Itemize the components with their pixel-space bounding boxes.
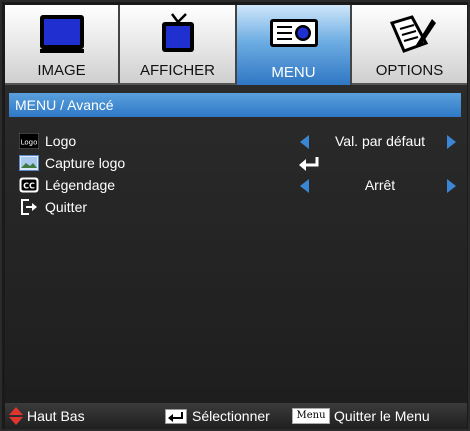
menu-item-label: Capture logo <box>45 155 126 171</box>
cc-icon: CC <box>19 177 39 193</box>
menu-panel: MENU / Avancé Logo Logo Val. par défaut … <box>5 85 467 403</box>
tab-image[interactable]: IMAGE <box>5 5 120 85</box>
projector-icon <box>269 19 318 47</box>
arrow-right-icon[interactable] <box>447 179 456 193</box>
tab-label: MENU <box>271 64 316 81</box>
enter-key-icon <box>165 409 187 424</box>
svg-text:Logo: Logo <box>21 139 38 147</box>
breadcrumb: MENU / Avancé <box>9 93 461 117</box>
notepad-pen-icon <box>389 15 436 53</box>
tab-label: AFFICHER <box>140 62 215 79</box>
menu-item-quitter[interactable]: Quitter <box>15 196 455 218</box>
arrow-left-icon[interactable] <box>300 179 309 193</box>
menu-item-capture-logo[interactable]: Capture logo <box>15 152 455 174</box>
enter-icon[interactable] <box>297 155 321 171</box>
menu-item-logo[interactable]: Logo Logo Val. par défaut <box>15 130 456 152</box>
menu-item-label: Logo <box>45 133 77 149</box>
monitor-icon <box>39 15 84 53</box>
menu-item-value: Arrêt <box>364 177 396 193</box>
nav-hint: Haut Bas <box>27 408 85 424</box>
tab-bar: IMAGE AFFICHER MENU OPTIONS <box>5 5 467 85</box>
menu-item-label: Légendage <box>45 177 116 193</box>
image-capture-icon <box>19 155 39 171</box>
tab-options[interactable]: OPTIONS <box>352 5 467 85</box>
logo-icon: Logo <box>19 133 39 149</box>
help-bar: Haut Bas Sélectionner Menu Quitter le Me… <box>5 403 467 429</box>
arrow-right-icon[interactable] <box>447 135 456 149</box>
tab-menu[interactable]: MENU <box>237 5 352 85</box>
arrow-left-icon[interactable] <box>300 135 309 149</box>
menu-item-legendage[interactable]: CC Légendage Arrêt <box>15 174 456 196</box>
up-down-arrow-icon <box>9 407 23 425</box>
quit-hint: Quitter le Menu <box>334 408 430 424</box>
select-hint: Sélectionner <box>192 408 270 424</box>
svg-text:CC: CC <box>23 182 35 191</box>
osd-window: IMAGE AFFICHER MENU OPTIONS MENU / Avanc… <box>0 0 470 431</box>
menu-item-value: Val. par défaut <box>334 133 426 149</box>
tab-afficher[interactable]: AFFICHER <box>120 5 237 85</box>
tab-label: OPTIONS <box>375 62 444 79</box>
tv-icon <box>161 13 194 52</box>
menu-item-label: Quitter <box>45 199 88 215</box>
tab-label: IMAGE <box>37 62 86 79</box>
exit-icon <box>21 199 37 215</box>
menu-key-icon: Menu <box>292 408 330 424</box>
